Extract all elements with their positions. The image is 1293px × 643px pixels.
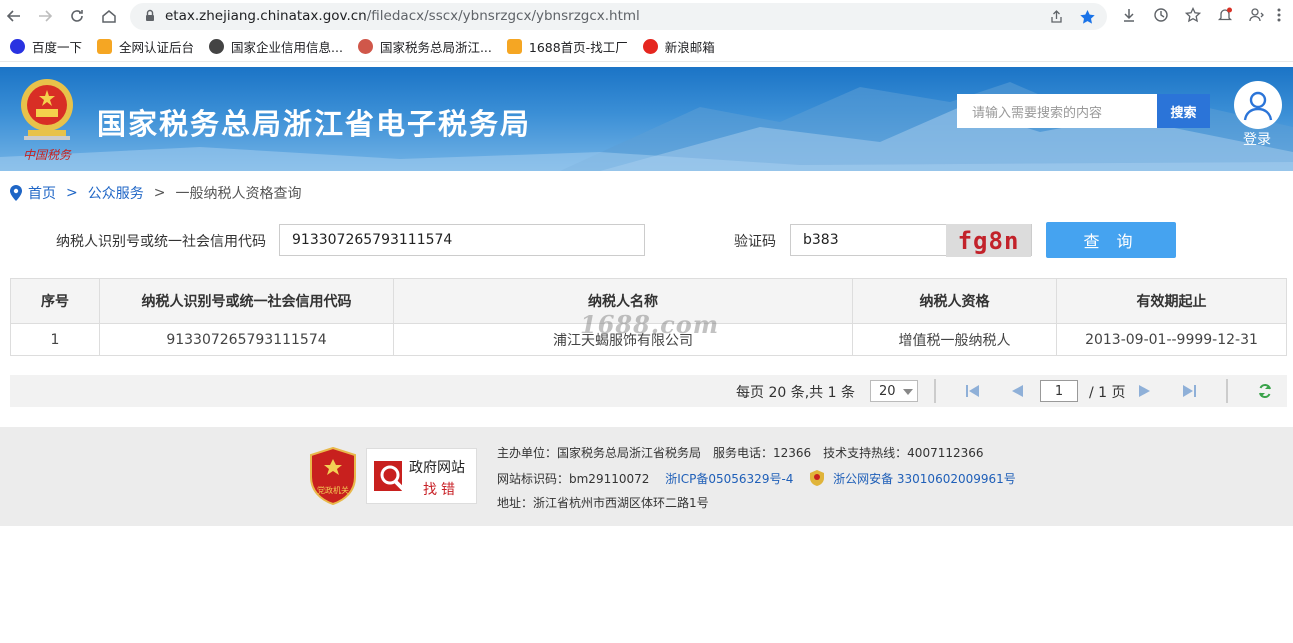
breadcrumb: 首页 > 公众服务 > 一般纳税人资格查询 bbox=[10, 183, 301, 203]
captcha-label: 验证码 bbox=[734, 234, 776, 250]
cell-validity: 2013-09-01--9999-12-31 bbox=[1056, 323, 1287, 356]
login-link[interactable]: 登录 bbox=[1243, 129, 1271, 149]
police-badge-icon bbox=[810, 470, 825, 486]
column-header: 有效期起止 bbox=[1056, 278, 1287, 324]
profile-icon[interactable] bbox=[1249, 7, 1265, 27]
gov-badge-title: 政府网站 bbox=[409, 460, 465, 476]
site-info-icon[interactable] bbox=[143, 9, 157, 27]
police-record-link[interactable]: 浙公网安备 33010602009961号 bbox=[833, 472, 1016, 486]
icp-link[interactable]: 浙ICP备05056329号-4 bbox=[665, 472, 793, 486]
cell-qualification: 增值税一般纳税人 bbox=[852, 323, 1057, 356]
site-header: 中国税务 国家税务总局浙江省电子税务局 请输入需要搜索的内容 搜索 登录 bbox=[0, 67, 1293, 171]
reload-icon[interactable] bbox=[66, 5, 88, 27]
gov-badge-subtitle: 找错 bbox=[423, 482, 459, 498]
chevron-down-icon bbox=[903, 389, 913, 395]
svg-text:中国税务: 中国税务 bbox=[23, 148, 72, 162]
breadcrumb-current: 一般纳税人资格查询 bbox=[175, 186, 302, 202]
column-header: 序号 bbox=[10, 278, 100, 324]
shield-text: 党政机关 bbox=[317, 485, 349, 495]
site-search-input[interactable]: 请输入需要搜索的内容 bbox=[957, 94, 1157, 128]
notification-icon[interactable] bbox=[1217, 7, 1233, 27]
current-page-input[interactable]: 1 bbox=[1040, 380, 1078, 402]
breadcrumb-separator: > bbox=[153, 185, 166, 201]
next-page-icon[interactable] bbox=[1137, 383, 1153, 403]
divider bbox=[1226, 379, 1228, 403]
national-emblem-icon: 中国税务 bbox=[21, 79, 73, 162]
watermark: 1688.com bbox=[580, 310, 720, 339]
baidu-paw-icon bbox=[10, 39, 25, 54]
bookmark-label: 全网认证后台 bbox=[119, 40, 195, 55]
refresh-icon[interactable] bbox=[1257, 383, 1273, 403]
bookmark-tax-zhejiang[interactable]: 国家税务总局浙江... bbox=[357, 37, 492, 56]
alibaba-icon bbox=[97, 39, 113, 54]
bookmark-label: 国家企业信用信息... bbox=[231, 40, 343, 55]
home-icon[interactable] bbox=[98, 5, 120, 27]
menu-icon[interactable] bbox=[1276, 7, 1288, 27]
site-search-button[interactable]: 搜索 bbox=[1157, 94, 1210, 128]
taxpayer-id-input[interactable]: 913307265793111574 bbox=[279, 224, 645, 256]
bookmark-label: 新浪邮箱 bbox=[664, 40, 715, 55]
share-icon[interactable] bbox=[1049, 9, 1064, 28]
column-header: 纳税人资格 bbox=[852, 278, 1057, 324]
footer-organizer: 主办单位：国家税务总局浙江省税务局 服务电话：12366 技术支持热线：4007… bbox=[497, 446, 984, 460]
captcha-image[interactable]: fg8n bbox=[946, 224, 1031, 257]
page-size-select[interactable]: 20 bbox=[870, 380, 918, 402]
location-pin-icon bbox=[10, 185, 22, 201]
bookmark-credit-info[interactable]: 国家企业信用信息... bbox=[209, 37, 343, 56]
breadcrumb-separator: > bbox=[66, 185, 78, 201]
download-icon[interactable] bbox=[1121, 7, 1137, 27]
bookmark-sina-mail[interactable]: 新浪邮箱 bbox=[642, 37, 715, 56]
globe-icon bbox=[209, 39, 225, 54]
site-title: 国家税务总局浙江省电子税务局 bbox=[97, 107, 532, 141]
url-text: etax.zhejiang.chinatax.gov.cn/filedacx/s… bbox=[165, 8, 640, 24]
back-icon[interactable] bbox=[3, 5, 25, 27]
gov-site-report-badge[interactable]: 政府网站 找错 bbox=[366, 448, 477, 504]
bookmark-baidu[interactable]: 百度一下 bbox=[10, 37, 82, 56]
alibaba-icon bbox=[506, 39, 522, 54]
bookmark-1688[interactable]: 1688首页-找工厂 bbox=[506, 37, 628, 56]
last-page-icon[interactable] bbox=[1181, 383, 1197, 403]
tax-emblem-icon bbox=[357, 39, 373, 54]
favorites-icon[interactable] bbox=[1184, 6, 1202, 27]
history-icon[interactable] bbox=[1153, 7, 1169, 27]
site-footer: 党政机关 政府网站 找错 主办单位：国家税务总局浙江省税务局 服务电话：1236… bbox=[0, 427, 1293, 526]
breadcrumb-home[interactable]: 首页 bbox=[28, 183, 56, 203]
first-page-icon[interactable] bbox=[965, 383, 981, 403]
footer-registration: 网站标识码：bm29110072 浙ICP备05056329号-4 浙公网安备 … bbox=[497, 469, 1016, 487]
bookmarks-bar: 百度一下 全网认证后台 国家企业信用信息... 国家税务总局浙江... 1688… bbox=[0, 32, 1293, 62]
bookmark-star-icon[interactable] bbox=[1079, 9, 1096, 29]
party-gov-shield-icon[interactable]: 党政机关 bbox=[309, 447, 357, 505]
prev-page-icon[interactable] bbox=[1009, 383, 1025, 403]
pagination-bar: 每页 20 条,共 1 条 20 1 / 1 页 bbox=[10, 375, 1287, 407]
bookmark-label: 国家税务总局浙江... bbox=[379, 40, 492, 55]
magnifier-icon bbox=[374, 461, 407, 493]
weibo-icon bbox=[642, 39, 658, 54]
browser-toolbar: etax.zhejiang.chinatax.gov.cn/filedacx/s… bbox=[0, 0, 1293, 32]
query-button[interactable]: 查 询 bbox=[1046, 222, 1176, 258]
footer-address: 地址：浙江省杭州市西湖区体环二路1号 bbox=[497, 496, 709, 510]
cell-taxpayer-id: 913307265793111574 bbox=[99, 323, 394, 356]
pagination-info: 每页 20 条,共 1 条 bbox=[736, 385, 855, 401]
login-user-icon[interactable] bbox=[1234, 81, 1282, 129]
bookmark-label: 百度一下 bbox=[32, 40, 83, 55]
bookmark-label: 1688首页-找工厂 bbox=[528, 40, 628, 55]
column-header: 纳税人识别号或统一社会信用代码 bbox=[99, 278, 394, 324]
forward-icon[interactable] bbox=[34, 5, 56, 27]
bookmark-auth-admin[interactable]: 全网认证后台 bbox=[97, 37, 194, 56]
page-size-value: 20 bbox=[879, 383, 896, 399]
breadcrumb-public-service[interactable]: 公众服务 bbox=[88, 183, 144, 203]
total-pages: / 1 页 bbox=[1089, 385, 1126, 401]
site-code: 网站标识码：bm29110072 bbox=[497, 472, 650, 486]
cell-index: 1 bbox=[10, 323, 100, 356]
divider bbox=[934, 379, 936, 403]
address-bar[interactable]: etax.zhejiang.chinatax.gov.cn/filedacx/s… bbox=[130, 3, 1107, 30]
taxpayer-id-label: 纳税人识别号或统一社会信用代码 bbox=[56, 234, 266, 250]
